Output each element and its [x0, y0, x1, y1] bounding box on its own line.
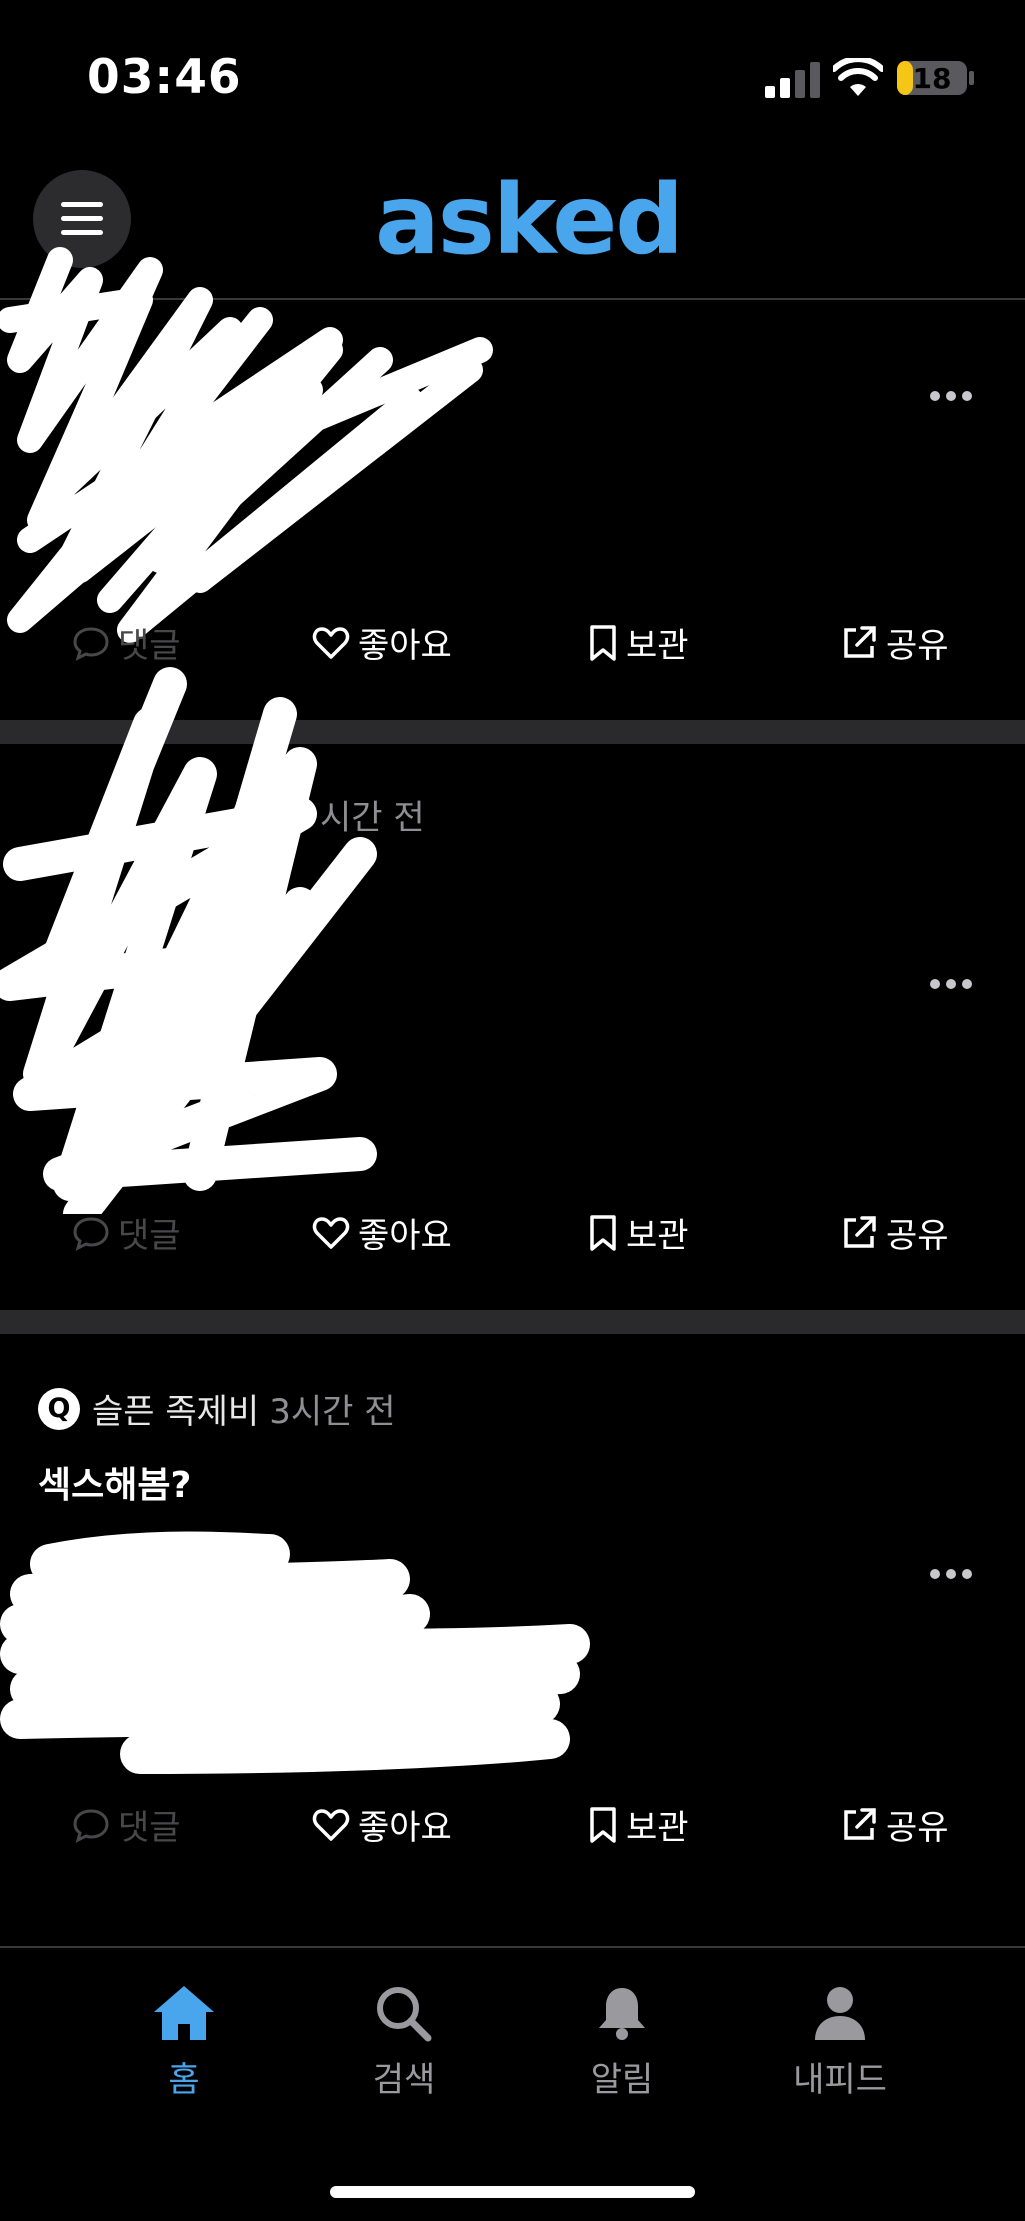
share-icon [844, 1807, 876, 1840]
save-button[interactable]: 보관 [588, 1208, 689, 1257]
battery-level: 18 [912, 62, 952, 95]
more-options-icon[interactable] [929, 388, 973, 404]
card-meta: Q 슬픈 족제비 3시간 전 [38, 1384, 396, 1433]
redaction-scribble [0, 1531, 590, 1774]
card-actions: 댓글 좋아요 보관 공유 [0, 1800, 1025, 1860]
bell-icon [599, 1988, 645, 2040]
wifi-icon [833, 58, 883, 96]
nav-my-feed[interactable]: 내피드 [760, 1984, 920, 2101]
card-actions: 댓글 좋아요 보관 공유 [0, 1208, 1025, 1268]
share-button[interactable]: 공유 [840, 1800, 949, 1849]
save-button[interactable]: 보관 [588, 618, 689, 667]
heart-icon [312, 1808, 350, 1841]
share-icon [844, 1215, 876, 1248]
comment-icon [73, 1808, 109, 1843]
hamburger-icon [61, 202, 103, 235]
bookmark-icon [590, 1806, 616, 1843]
redaction-scribble [0, 247, 493, 643]
home-indicator[interactable] [330, 2186, 695, 2198]
like-button[interactable]: 좋아요 [312, 1208, 452, 1257]
redaction-scribble [0, 667, 377, 1214]
share-icon [844, 625, 876, 658]
status-bar: 03:46 18 [0, 0, 1025, 150]
comment-button[interactable]: 댓글 [72, 1800, 181, 1849]
share-button[interactable]: 공유 [840, 618, 949, 667]
search-icon [377, 1987, 432, 2042]
nav-search[interactable]: 검색 [324, 1984, 484, 2101]
nav-home[interactable]: 홈 [104, 1984, 264, 2101]
more-options-icon[interactable] [929, 976, 973, 992]
save-button[interactable]: 보관 [588, 1800, 689, 1849]
more-options-icon[interactable] [929, 1566, 973, 1582]
like-button[interactable]: 좋아요 [312, 1800, 452, 1849]
author-name[interactable]: 슬픈 족제비 [92, 1384, 259, 1433]
nav-notifications[interactable]: 알림 [542, 1984, 702, 2101]
bookmark-icon [590, 1214, 616, 1251]
cellular-signal-icon [765, 62, 820, 98]
question-text[interactable]: 섹스해봄? [38, 1456, 191, 1508]
heart-icon [312, 1216, 350, 1249]
post-time: 3시간 전 [269, 1392, 396, 1432]
comment-icon [73, 1216, 109, 1251]
home-icon [154, 1986, 214, 2040]
bottom-nav: 홈 검색 알림 내피드 [0, 1946, 1025, 2221]
question-badge: Q [38, 1387, 80, 1430]
user-icon [815, 1987, 865, 2040]
battery-icon: 18 [896, 60, 974, 96]
feed-card-2: 시간 전 댓글 좋아요 보관 공유 [0, 667, 1025, 1309]
card-separator [0, 1310, 1025, 1334]
comment-button[interactable]: 댓글 [72, 1208, 181, 1257]
feed-card-3: Q 슬픈 족제비 3시간 전 섹스해봄? 댓글 좋아요 보관 공유 [0, 1334, 1025, 1946]
status-time: 03:46 [87, 50, 242, 105]
share-button[interactable]: 공유 [840, 1208, 949, 1257]
bookmark-icon [590, 624, 616, 661]
